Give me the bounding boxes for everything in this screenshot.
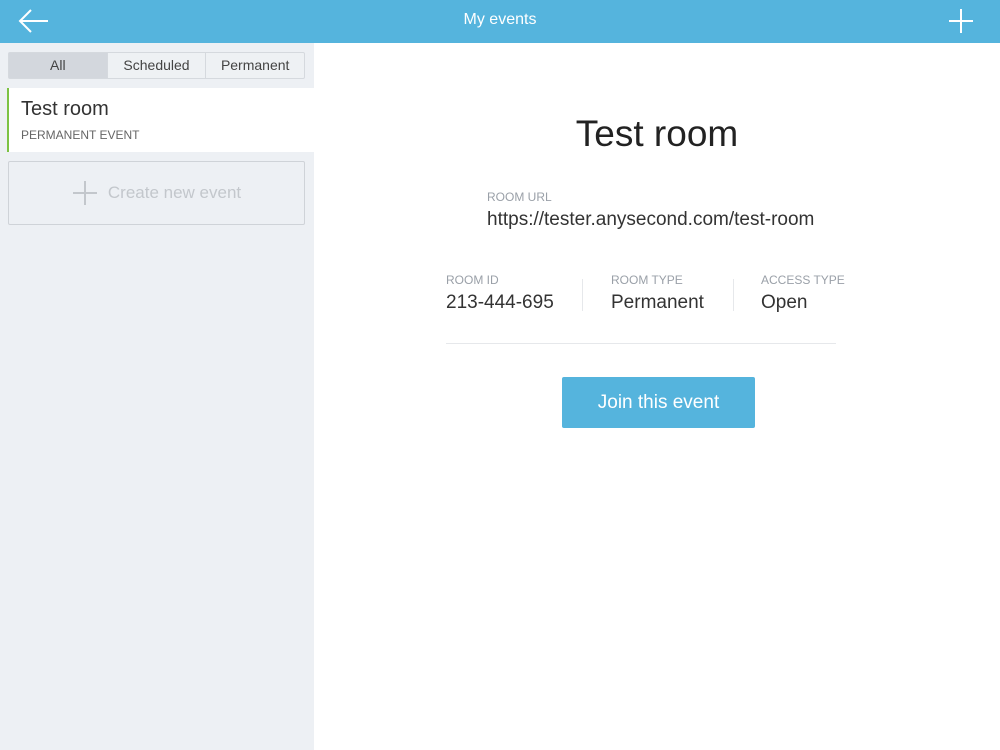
tab-scheduled[interactable]: Scheduled [106,53,206,78]
event-title: Test room [575,113,739,154]
plus-icon [72,181,97,205]
tab-all[interactable]: All [9,53,107,78]
room-url-label: ROOM URL [487,190,552,204]
room-id: 213-444-695 [446,292,554,313]
divider [582,279,583,311]
divider [733,279,734,311]
event-list-item[interactable]: Test room PERMANENT EVENT [7,88,314,152]
divider [446,343,836,344]
join-event-button[interactable]: Join this event [562,377,755,428]
room-type-label: ROOM TYPE [611,273,683,287]
access-type-label: ACCESS TYPE [761,273,845,287]
page-title: My events [463,11,537,28]
room-url: https://tester.anysecond.com/test-room [487,209,815,230]
top-bar: My events [0,0,1000,43]
plus-icon[interactable] [948,8,974,34]
access-type: Open [761,292,808,313]
create-new-event-button[interactable]: Create new event [8,161,305,225]
event-type: PERMANENT EVENT [21,128,140,142]
event-name: Test room [21,98,109,120]
sidebar: All Scheduled Permanent Test room PERMAN… [0,43,314,750]
event-detail: Test room ROOM URL https://tester.anysec… [314,43,1000,750]
room-id-label: ROOM ID [446,273,499,287]
room-type: Permanent [611,292,704,313]
tab-permanent[interactable]: Permanent [205,53,304,78]
create-label: Create new event [107,183,242,202]
filter-segmented-control: All Scheduled Permanent [8,52,305,79]
